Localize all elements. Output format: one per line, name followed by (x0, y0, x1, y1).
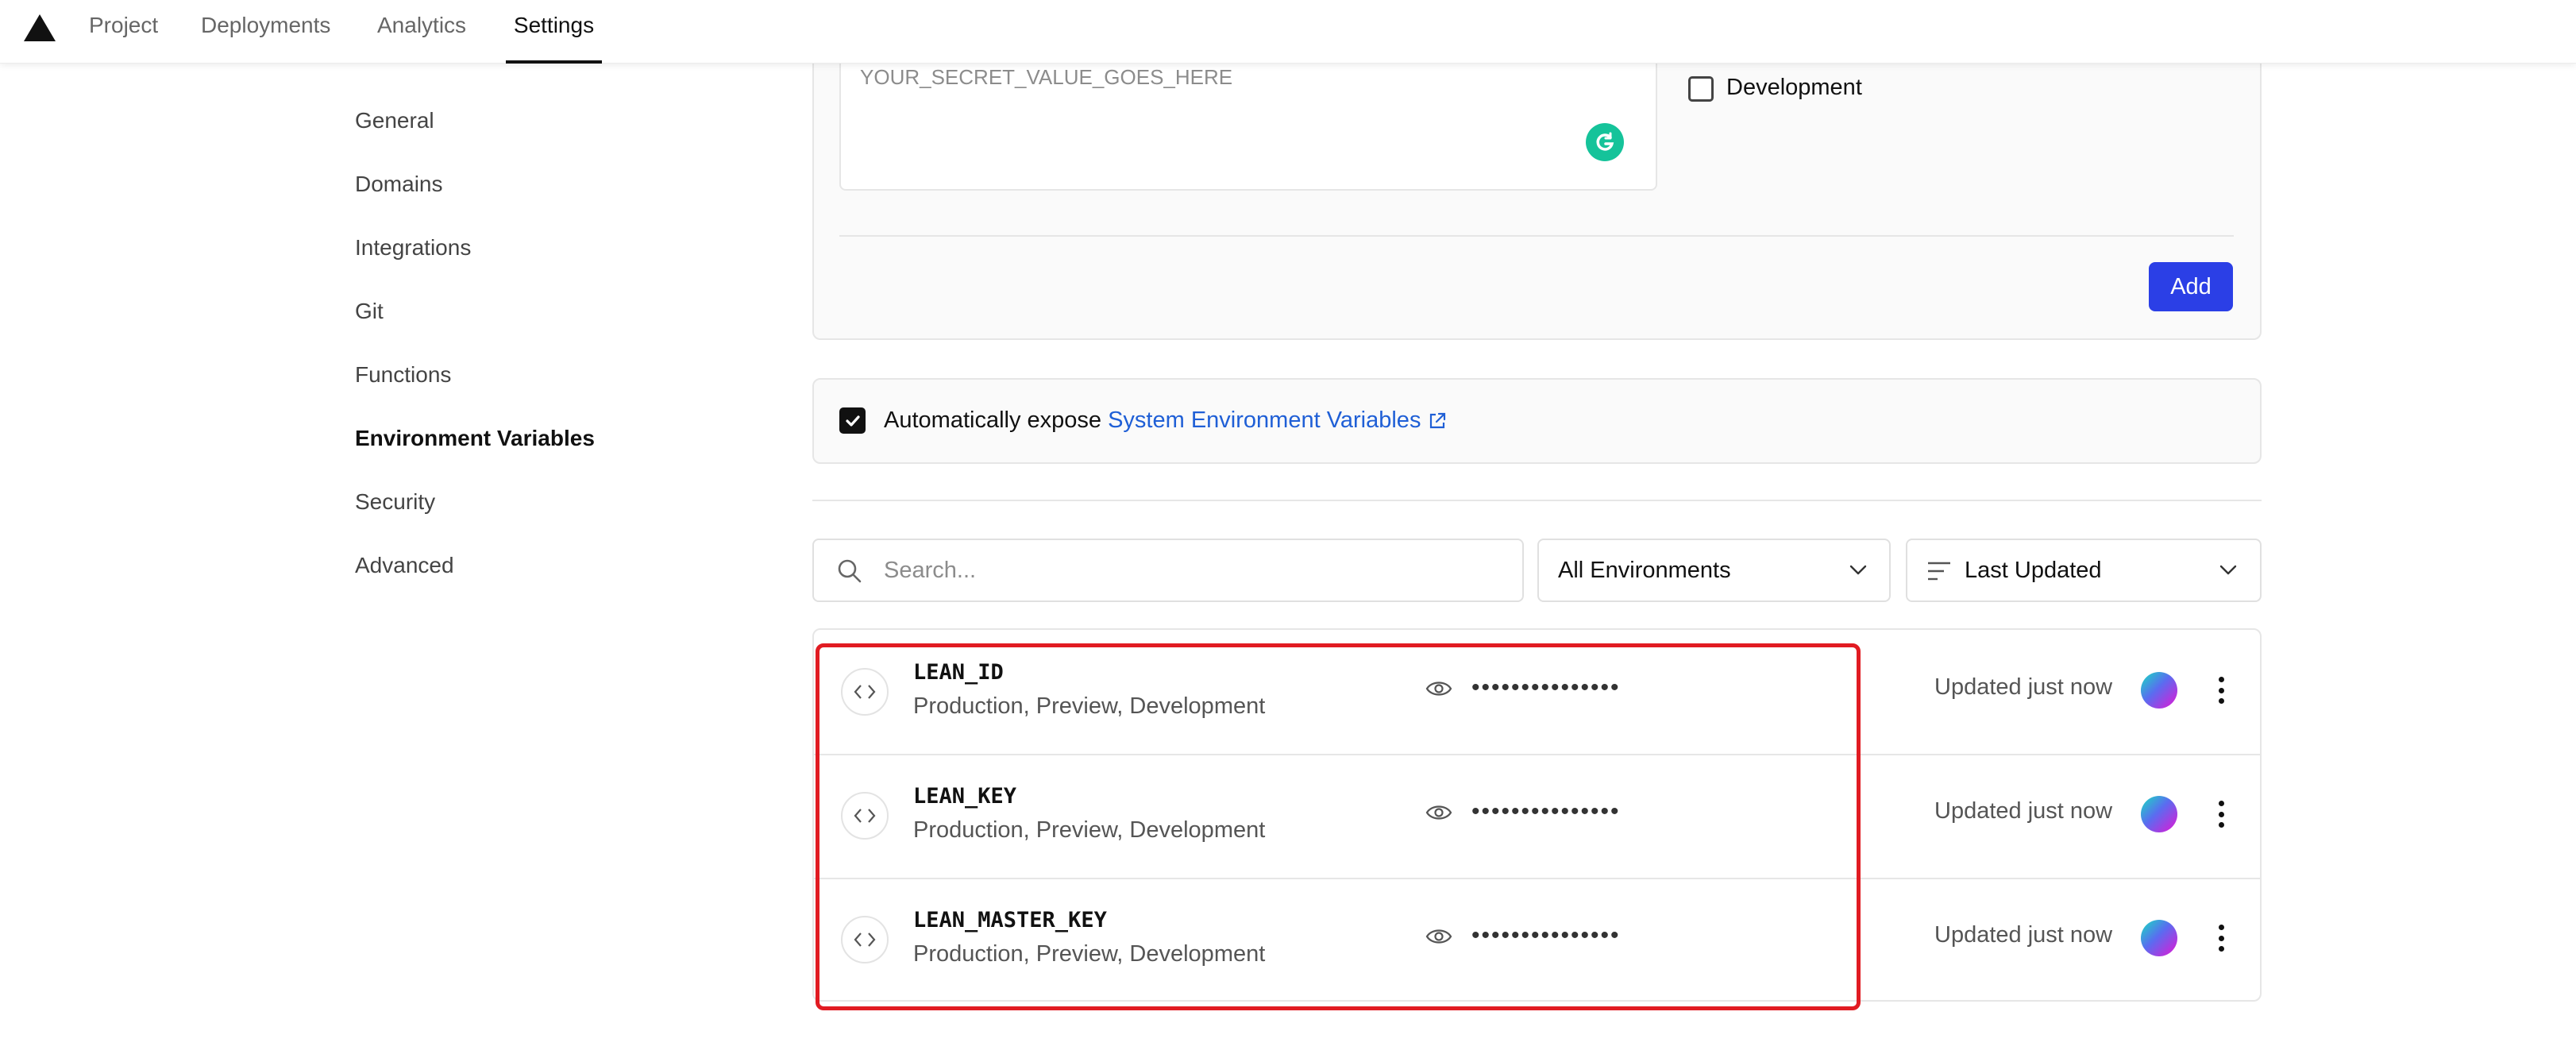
sidebar-item-advanced[interactable]: Advanced (355, 551, 454, 580)
development-checkbox[interactable] (1688, 76, 1714, 102)
variable-environments: Production, Preview, Development (913, 693, 1266, 719)
chevron-down-icon (1849, 565, 1867, 575)
eye-icon[interactable] (1425, 927, 1452, 946)
variable-environments: Production, Preview, Development (913, 941, 1266, 967)
development-label: Development (1726, 75, 1862, 100)
sidebar-item-environment-variables[interactable]: Environment Variables (355, 424, 595, 453)
variable-name: LEAN_MASTER_KEY (913, 908, 1107, 933)
system-env-vars-link[interactable]: System Environment Variables (1108, 407, 1448, 433)
section-divider (812, 500, 2262, 501)
sidebar-item-security[interactable]: Security (355, 488, 435, 516)
sidebar-item-git[interactable]: Git (355, 297, 384, 326)
grammarly-icon[interactable] (1586, 123, 1624, 161)
avatar (2141, 920, 2177, 956)
external-link-icon (1430, 413, 1446, 429)
sidebar-item-general[interactable]: General (355, 106, 434, 135)
updated-time: Updated just now (1934, 798, 2113, 824)
variable-name: LEAN_KEY (913, 784, 1017, 809)
updated-time: Updated just now (1934, 674, 2113, 700)
more-vertical-icon[interactable] (2212, 672, 2231, 709)
sort-lines-icon (1928, 562, 1950, 581)
variable-row[interactable]: LEAN_KEY Production, Preview, Developmen… (814, 754, 2260, 878)
eye-icon[interactable] (1425, 803, 1452, 822)
tab-deployments[interactable]: Deployments (201, 11, 330, 64)
expose-checkbox[interactable] (839, 407, 866, 434)
variable-value-masked: ••••••••••••••• (1471, 922, 1621, 948)
environment-select-value: All Environments (1558, 558, 1731, 583)
variable-row[interactable]: LEAN_ID Production, Preview, Development… (814, 630, 2260, 754)
checkmark-icon (845, 415, 860, 427)
variable-value-masked: ••••••••••••••• (1471, 674, 1621, 701)
logo-triangle-icon[interactable] (24, 14, 56, 41)
tab-analytics[interactable]: Analytics (377, 11, 466, 64)
add-button[interactable]: Add (2149, 262, 2233, 311)
variable-name: LEAN_ID (913, 660, 1004, 685)
form-divider (839, 235, 2234, 237)
sidebar-item-domains[interactable]: Domains (355, 170, 442, 199)
sort-select-value: Last Updated (1965, 558, 2102, 583)
search-icon (838, 559, 862, 583)
updated-time: Updated just now (1934, 922, 2113, 948)
eye-icon[interactable] (1425, 679, 1452, 698)
sidebar-item-functions[interactable]: Functions (355, 361, 451, 389)
expose-label: Automatically expose (884, 407, 1102, 433)
variables-list: LEAN_ID Production, Preview, Development… (812, 628, 2262, 1002)
tab-project[interactable]: Project (89, 11, 158, 64)
sort-select[interactable]: Last Updated (1906, 539, 2262, 602)
top-navigation: Project Deployments Analytics Settings (0, 0, 2576, 64)
avatar (2141, 672, 2177, 709)
more-vertical-icon[interactable] (2212, 920, 2231, 956)
value-placeholder: YOUR_SECRET_VALUE_GOES_HERE (860, 65, 1233, 89)
variable-environments: Production, Preview, Development (913, 817, 1266, 843)
variable-row[interactable]: LEAN_MASTER_KEY Production, Preview, Dev… (814, 878, 2260, 1002)
tab-settings[interactable]: Settings (506, 11, 602, 64)
code-icon (841, 916, 889, 963)
chevron-down-icon (2219, 565, 2237, 575)
variable-value-masked: ••••••••••••••• (1471, 798, 1621, 824)
sidebar-item-integrations[interactable]: Integrations (355, 234, 471, 262)
code-icon (841, 792, 889, 840)
system-env-vars-link-label[interactable]: System Environment Variables (1108, 407, 1421, 433)
avatar (2141, 796, 2177, 832)
environment-select[interactable]: All Environments (1537, 539, 1891, 602)
more-vertical-icon[interactable] (2212, 796, 2231, 832)
search-placeholder: Search... (884, 558, 977, 583)
value-textarea[interactable]: YOUR_SECRET_VALUE_GOES_HERE (839, 48, 1657, 191)
code-icon (841, 668, 889, 716)
expose-text-line: Automatically expose System Environment … (884, 405, 1448, 435)
